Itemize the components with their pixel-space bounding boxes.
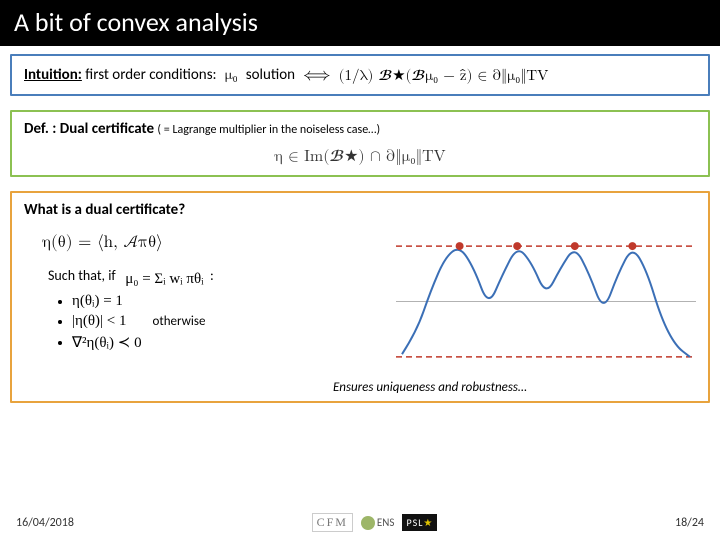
mu0-symbol: μ₀ (225, 66, 238, 84)
slide-body: Intuition: first order conditions: μ₀ so… (0, 46, 720, 403)
definition-subtitle: ( = Lagrange multiplier in the noiseless… (157, 123, 380, 137)
slide-title: A bit of convex analysis (0, 0, 720, 46)
rhs-formula: (1/λ) 𝓑★(𝓑μ₀ − ẑ) ∈ ∂‖μ₀‖TV (339, 66, 549, 85)
footer-date: 16/04/2018 (16, 516, 74, 530)
solution-word: solution (246, 66, 295, 84)
intuition-label: Intuition: first order conditions: (24, 66, 217, 84)
certificate-box: What is a dual certificate? η(θ) = ⟨h, 𝒜… (10, 191, 710, 403)
footer: 16/04/2018 CFM ENS PSL★ 18/24 (0, 513, 720, 532)
ensures-text: Ensures uniqueness and robustness… (164, 380, 696, 395)
definition-formula: η ∈ Im(𝓑★) ∩ ∂‖μ₀‖TV (24, 146, 696, 167)
footer-logos: CFM ENS PSL★ (312, 513, 438, 532)
condition-1: η(θᵢ) = 1 (58, 293, 386, 310)
footer-page: 18/24 (675, 516, 704, 530)
psl-logo: PSL★ (402, 514, 437, 531)
mu-equation: μ₀ = Σᵢ wᵢ πθᵢ (125, 271, 203, 288)
conditions-list: η(θᵢ) = 1 |η(θ)| < 1otherwise ∇²η(θᵢ) ≺ … (58, 293, 386, 352)
intuition-box: Intuition: first order conditions: μ₀ so… (10, 54, 710, 96)
condition-2: |η(θ)| < 1otherwise (58, 313, 386, 330)
eta-equation: η(θ) = ⟨h, 𝒜πθ⟩ (42, 233, 386, 253)
definition-box: Def. : Dual certificate ( = Lagrange mul… (10, 110, 710, 177)
certificate-question: What is a dual certificate? (24, 201, 696, 219)
definition-title: Def. : Dual certificate (24, 120, 157, 138)
certificate-left-column: η(θ) = ⟨h, 𝒜πθ⟩ Such that, if μ₀ = Σᵢ wᵢ… (24, 229, 386, 374)
ens-logo: ENS (361, 516, 395, 530)
cfm-logo: CFM (312, 513, 353, 532)
iff-symbol: ⟺ (303, 64, 331, 86)
condition-3: ∇²η(θᵢ) ≺ 0 (58, 333, 386, 352)
such-that-line: Such that, if μ₀ = Σᵢ wᵢ πθᵢ : (48, 267, 386, 285)
eta-plot (396, 229, 696, 374)
